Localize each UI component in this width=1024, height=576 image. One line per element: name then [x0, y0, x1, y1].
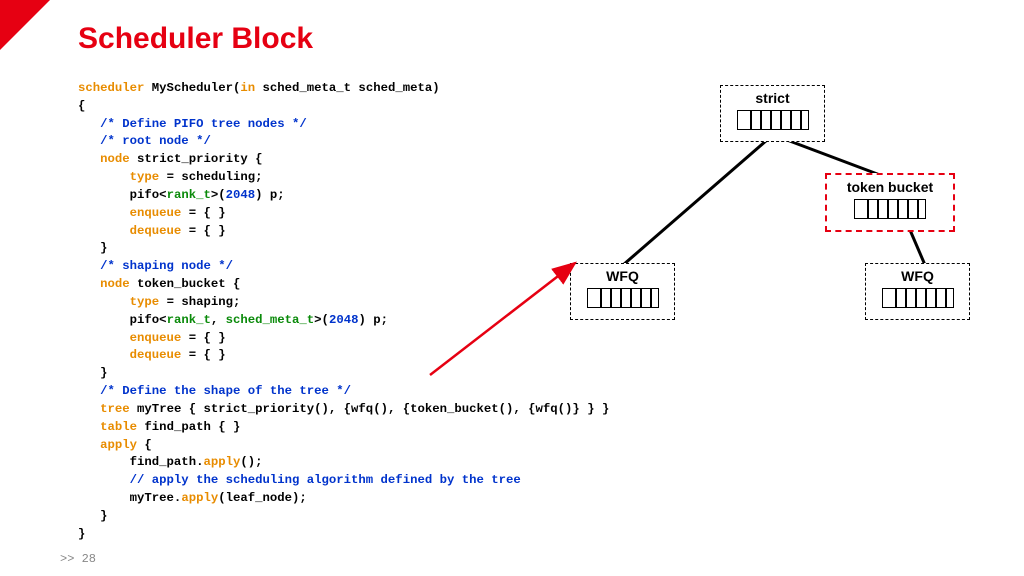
queue-icon — [882, 288, 954, 308]
kw-table: table — [100, 420, 137, 434]
kw-in: in — [240, 81, 255, 95]
node-label: strict — [727, 90, 818, 106]
comment: /* Define PIFO tree nodes */ — [78, 117, 307, 131]
node-label: WFQ — [872, 268, 963, 284]
num: 2048 — [226, 188, 256, 202]
kw-enqueue: enqueue — [130, 206, 182, 220]
type-rank: rank_t — [167, 313, 211, 327]
queue-icon — [737, 110, 809, 130]
slide-number: >> 28 — [60, 552, 96, 566]
comment: /* root node */ — [78, 134, 211, 148]
node-token-bucket: token bucket — [825, 173, 955, 232]
comment: /* shaping node */ — [78, 259, 233, 273]
type-sched: sched_meta_t — [226, 313, 315, 327]
tree-diagram: strict token bucket WFQ WFQ — [555, 85, 1005, 365]
kw-dequeue: dequeue — [130, 348, 182, 362]
node-wfq-right: WFQ — [865, 263, 970, 320]
kw-type: type — [130, 170, 160, 184]
kw-scheduler: scheduler — [78, 81, 144, 95]
kw-node: node — [100, 277, 130, 291]
kw-apply: apply — [181, 491, 218, 505]
kw-enqueue: enqueue — [130, 331, 182, 345]
kw-apply: apply — [203, 455, 240, 469]
num: 2048 — [329, 313, 359, 327]
kw-apply: apply — [100, 438, 137, 452]
kw-type: type — [130, 295, 160, 309]
node-strict: strict — [720, 85, 825, 142]
page-title: Scheduler Block — [78, 22, 313, 56]
comment: /* Define the shape of the tree */ — [78, 384, 351, 398]
kw-dequeue: dequeue — [130, 224, 182, 238]
queue-icon — [854, 199, 926, 219]
red-arrow — [420, 245, 600, 385]
type-rank: rank_t — [167, 188, 211, 202]
corner-accent — [0, 0, 50, 50]
kw-node: node — [100, 152, 130, 166]
comment: // apply the scheduling algorithm define… — [78, 473, 521, 487]
node-label: token bucket — [833, 179, 947, 195]
kw-tree: tree — [100, 402, 130, 416]
